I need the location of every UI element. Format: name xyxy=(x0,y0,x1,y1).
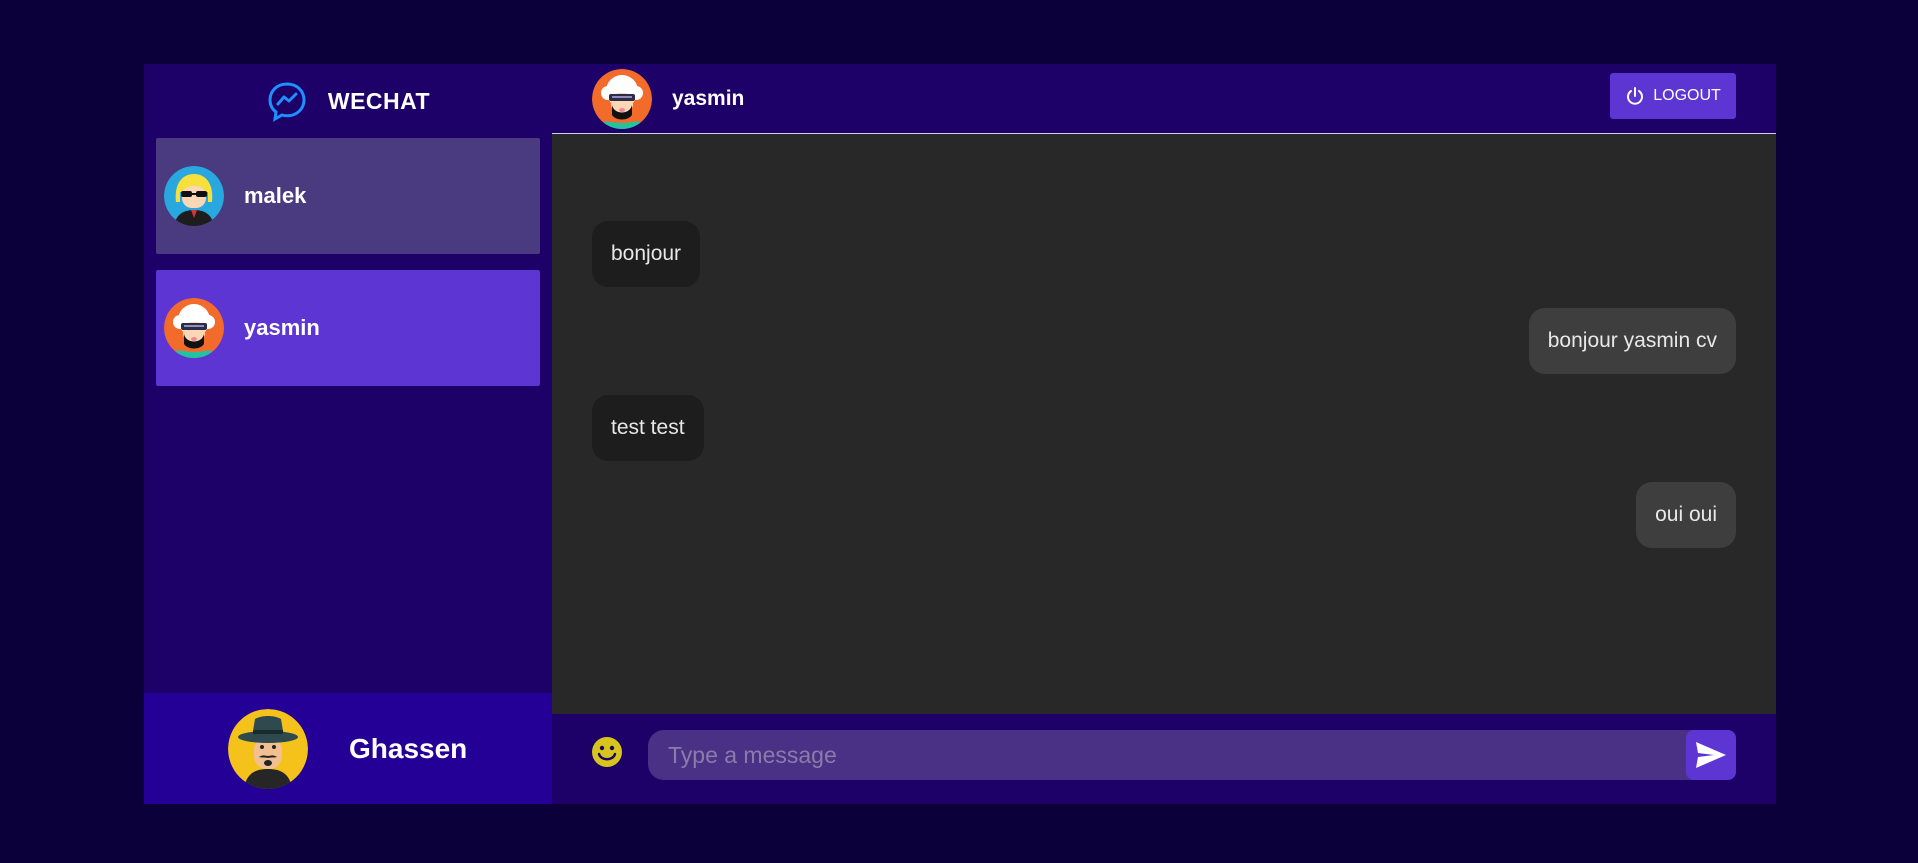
chat-panel: yasmin LOGOUT bonjour bonjour yasmin cv … xyxy=(552,64,1776,804)
message-composer xyxy=(552,714,1776,804)
current-user-name: Ghassen xyxy=(349,732,468,764)
avatar-white-hair-visor-icon xyxy=(164,298,224,358)
avatar-blonde-sunglasses-icon xyxy=(164,166,224,226)
send-button[interactable] xyxy=(1686,730,1736,780)
send-icon xyxy=(1696,742,1726,768)
logout-label: LOGOUT xyxy=(1653,87,1721,104)
current-user-panel: Ghassen xyxy=(144,693,552,804)
avatar xyxy=(228,708,308,789)
message-incoming: bonjour xyxy=(592,221,701,287)
sidebar: WECHAT malek yasmin Ghassen xyxy=(144,64,552,804)
message-outgoing: oui oui xyxy=(1636,482,1736,548)
chat-contact-name: yasmin xyxy=(672,86,745,110)
avatar xyxy=(164,298,224,358)
power-icon xyxy=(1627,87,1644,105)
avatar-fedora-mustache-icon xyxy=(228,708,308,789)
logout-button[interactable]: LOGOUT xyxy=(1610,73,1736,119)
emoji-icon[interactable] xyxy=(591,736,623,768)
conversation-name: malek xyxy=(244,183,307,208)
message-list: bonjour bonjour yasmin cv test test oui … xyxy=(552,134,1776,694)
conversation-name: yasmin xyxy=(244,315,320,340)
chat-header: yasmin LOGOUT xyxy=(552,64,1776,134)
messenger-icon xyxy=(268,82,306,122)
message-outgoing: bonjour yasmin cv xyxy=(1528,308,1736,374)
conversation-item-yasmin[interactable]: yasmin xyxy=(156,270,540,386)
conversation-list: malek yasmin xyxy=(144,138,552,386)
conversation-item-malek[interactable]: malek xyxy=(156,138,540,254)
avatar-white-hair-visor-icon xyxy=(592,68,652,129)
brand-name: WECHAT xyxy=(327,87,431,114)
message-incoming: test test xyxy=(592,395,704,461)
avatar xyxy=(164,166,224,226)
avatar xyxy=(592,68,652,129)
chat-app: WECHAT malek yasmin Ghassen yasmin LOGOU… xyxy=(144,64,1776,804)
message-input[interactable] xyxy=(648,730,1735,780)
brand: WECHAT xyxy=(144,64,552,138)
